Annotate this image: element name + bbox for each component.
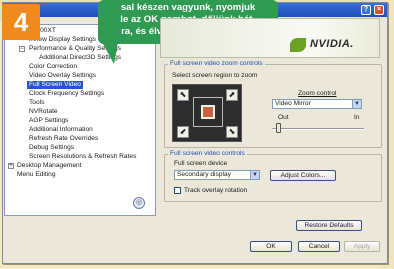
settings-tree[interactable]: − e FX 5600XT nView Display Settings − P…	[4, 24, 156, 216]
tree-item-desktop-management[interactable]: Desktop Management	[17, 162, 82, 170]
zoom-out-label: Out	[278, 114, 289, 121]
nvidia-logo-text: NVIDIA.	[310, 38, 354, 50]
nvidia-eye-logo	[290, 38, 306, 52]
speech-bubble-tail	[102, 42, 118, 64]
restore-defaults-button[interactable]: Restore Defaults	[296, 220, 362, 231]
tree-expander-desktop[interactable]: +	[8, 163, 14, 169]
track-overlay-checkbox[interactable]	[174, 187, 181, 194]
tree-item-agp[interactable]: AGP Settings	[29, 117, 68, 125]
tree-scroll-icon[interactable]: ◎	[133, 197, 145, 209]
full-screen-device-select[interactable]: Secondary display ▼	[174, 170, 260, 180]
apply-button[interactable]: Apply	[344, 241, 380, 252]
region-top-right-icon[interactable]: ⬈	[226, 89, 238, 101]
tree-item-menu-editing[interactable]: Menu Editing	[17, 171, 56, 179]
tree-item-nvrotate[interactable]: NVRotate	[29, 108, 58, 116]
zoom-mode-select[interactable]: Video Mirror ▼	[272, 99, 362, 109]
zoom-mode-dropdown-icon[interactable]: ▼	[352, 100, 361, 108]
region-center-handle[interactable]	[201, 105, 215, 119]
region-bottom-right-icon[interactable]: ⬊	[226, 126, 238, 138]
zoom-control-label: Zoom control	[298, 90, 337, 97]
tree-item-color-correction[interactable]: Color Correction	[29, 63, 77, 71]
cancel-button[interactable]: Cancel	[298, 241, 340, 252]
tree-item-tools[interactable]: Tools	[29, 99, 44, 107]
device-dropdown-icon[interactable]: ▼	[250, 171, 259, 179]
zoom-slider-track[interactable]	[272, 128, 364, 130]
tree-expander-performance[interactable]: −	[19, 46, 25, 52]
zoom-mode-value: Video Mirror	[275, 100, 311, 107]
adjust-colors-button[interactable]: Adjust Colors...	[270, 170, 336, 181]
tree-item-screen-resolutions[interactable]: Screen Resolutions & Refresh Rates	[29, 153, 136, 161]
tree-item-debug[interactable]: Debug Settings	[29, 144, 74, 152]
zoom-region-selector[interactable]: ⬉ ⬈ ⬋ ⬊	[172, 84, 242, 142]
device-select-value: Secondary display	[177, 171, 231, 178]
zoom-slider-thumb[interactable]	[276, 123, 282, 133]
help-button[interactable]: ?	[361, 5, 371, 15]
tree-item-video-overlay[interactable]: Video Overlay Settings	[29, 72, 96, 80]
ok-button[interactable]: OK	[250, 241, 292, 252]
track-overlay-label: Track overlay rotation	[184, 187, 248, 194]
full-screen-device-label: Full screen device	[174, 160, 228, 167]
step-number-badge: 4	[2, 4, 40, 40]
close-button[interactable]: ×	[374, 5, 384, 15]
zoom-group-title: Full screen video zoom controls	[168, 60, 265, 67]
tree-item-full-screen-video[interactable]: Full Screen Video	[27, 81, 83, 89]
region-top-left-icon[interactable]: ⬉	[177, 89, 189, 101]
video-controls-group-title: Full screen video controls	[168, 150, 247, 157]
tree-item-additional-info[interactable]: Additional Information	[29, 126, 93, 134]
tree-item-clock-frequency[interactable]: Clock Frequency Settings	[29, 90, 104, 98]
bubble-line-1: sal készen vagyunk, nyomjuk	[120, 2, 256, 13]
tree-item-refresh-overrides[interactable]: Refresh Rate Overrides	[29, 135, 98, 143]
zoom-in-label: In	[354, 114, 360, 121]
region-bottom-left-icon[interactable]: ⬋	[177, 126, 189, 138]
select-region-label: Select screen region to zoom	[172, 72, 258, 79]
